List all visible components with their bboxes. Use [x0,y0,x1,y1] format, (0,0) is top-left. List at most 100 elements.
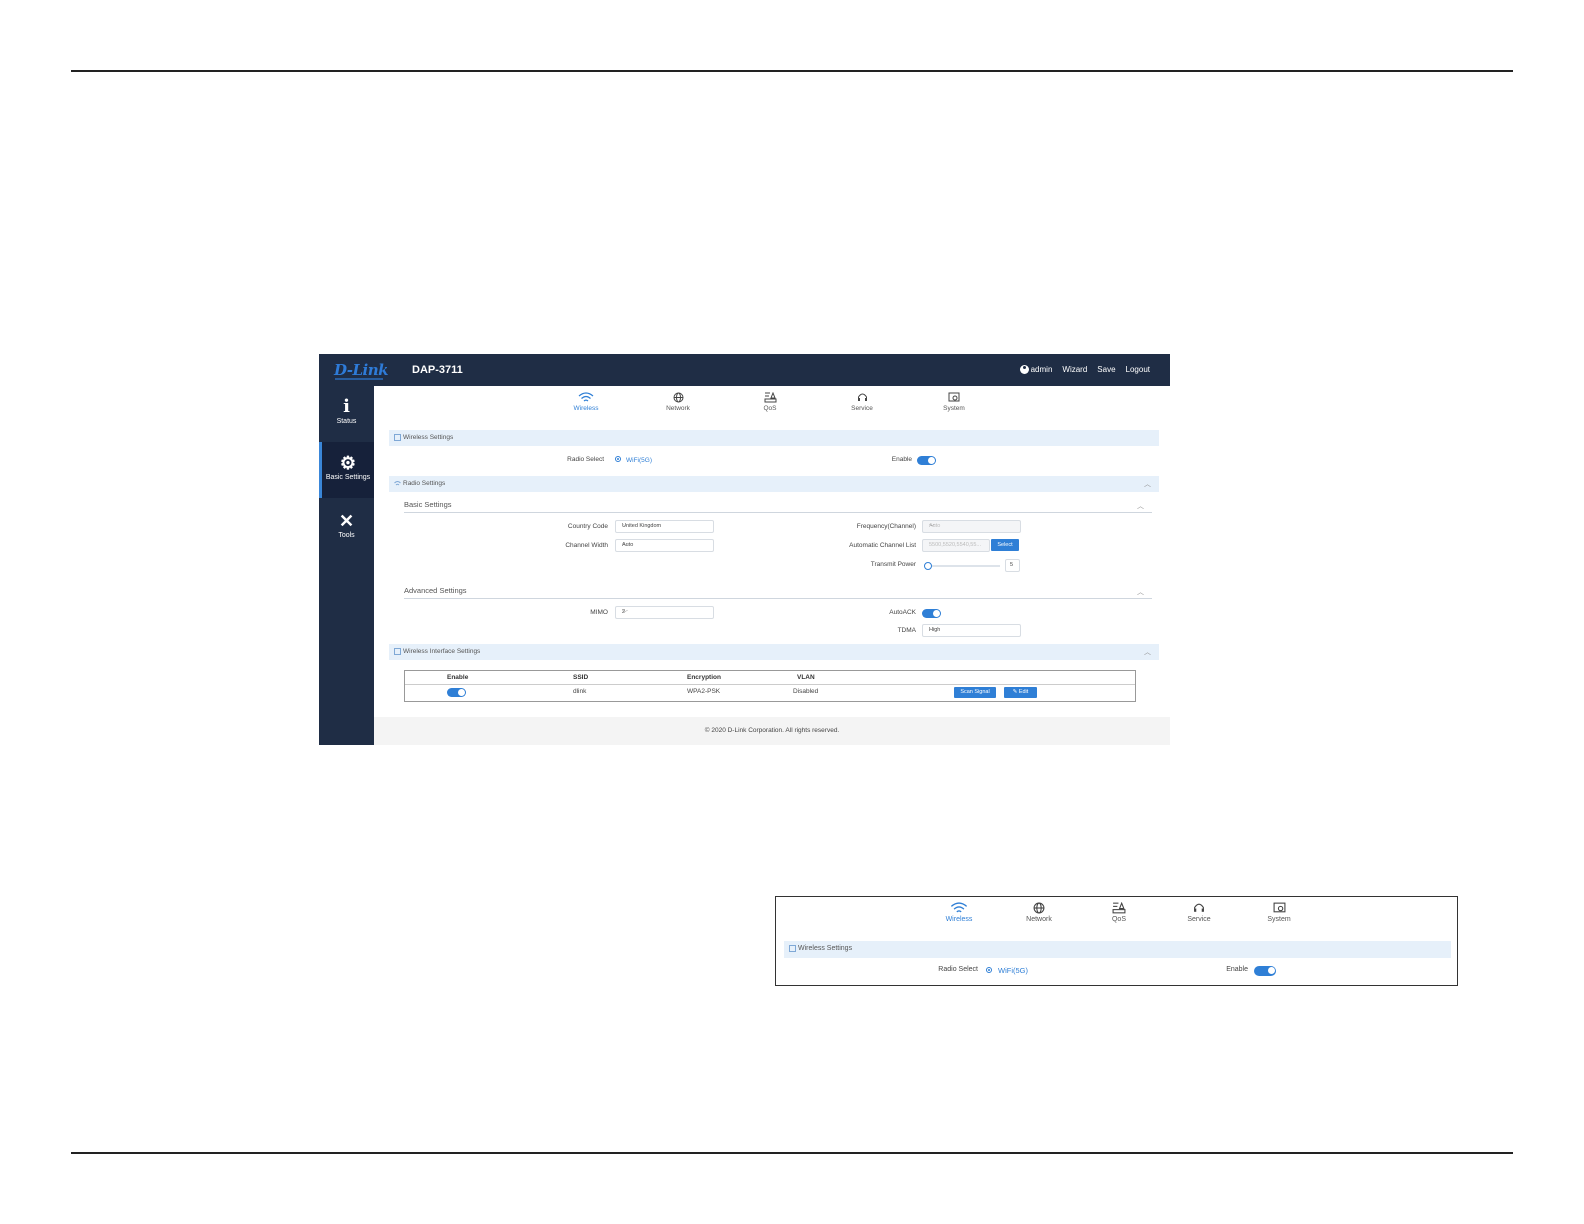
autoack-toggle[interactable] [922,609,941,618]
wifi-icon [950,902,968,913]
interface-icon [394,648,401,655]
tab-wireless[interactable]: Wireless [929,902,989,923]
user-menu[interactable]: admin [1019,365,1052,375]
tab-network[interactable]: Network [653,392,703,412]
country-code-label: Country Code [567,523,608,530]
tab-qos[interactable]: QoS [745,392,795,412]
transmit-power-value[interactable]: 5 [1005,559,1020,572]
sidebar-item-basic-settings[interactable]: ⚙ Basic Settings [319,442,374,498]
column-encryption: Encryption [687,674,721,681]
tab-service[interactable]: Service [1169,902,1229,923]
system-icon [1273,902,1285,913]
channel-width-select[interactable]: Auto ﹀ [615,539,714,552]
save-link[interactable]: Save [1097,365,1115,374]
user-icon [1019,365,1029,375]
column-enable: Enable [447,674,469,681]
channel-width-label: Channel Width [565,542,608,549]
auto-channel-input[interactable]: 5500,5520,5540,55... [922,539,990,552]
edit-button[interactable]: ✎ Edit [1004,687,1037,698]
enable-toggle[interactable] [917,456,936,465]
sidebar-item-status[interactable]: i Status [319,386,374,442]
tab-qos[interactable]: QoS [1089,902,1149,923]
chevron-up-icon[interactable]: ︿ [1137,501,1144,511]
wireless-settings-header: Wireless Settings [389,430,1159,446]
row-encryption: WPA2-PSK [687,688,721,695]
globe-icon [1033,902,1045,914]
tab-service[interactable]: Service [837,392,887,412]
enable-toggle[interactable] [1254,966,1276,976]
info-icon: i [343,396,350,417]
tab-bar: Wireless Network QoS Service System [374,386,1170,426]
transmit-power-slider[interactable] [924,562,932,570]
tools-icon: ✕ [338,511,355,531]
chevron-up-icon[interactable]: ︿ [1144,647,1151,657]
radio-select-value: WiFi(5G) [998,966,1028,975]
enable-label: Enable [891,456,912,463]
wireless-detail-screenshot: Wireless Network QoS Service System Wire… [775,896,1458,986]
frequency-label: Frequency(Channel) [856,523,916,530]
table-header: Enable SSID Encryption VLAN [405,671,1135,685]
mimo-label: MIMO [590,609,608,616]
sidebar: i Status ⚙ Basic Settings ✕ Tools [319,386,374,745]
wireless-settings-header: Wireless Settings [784,941,1451,958]
interface-table: Enable SSID Encryption VLAN dlink WPA2-P… [404,670,1136,702]
mimo-select[interactable]: 2 ﹀ [615,606,714,619]
radio-select-radio[interactable] [615,456,621,462]
tab-system[interactable]: System [929,392,979,412]
radio-select-value: WiFi(5G) [626,457,652,464]
radio-settings-header: Radio Settings ︿ [389,476,1159,492]
qos-icon [764,392,776,403]
advanced-settings-subheader: Advanced Settings ︿ [404,586,1152,599]
web-ui-screenshot: D-Link DAP-3711 admin Wizard Save Logout… [319,354,1170,745]
transmit-power-track [924,565,1000,567]
top-rule [71,70,1513,72]
logo-underline [335,378,383,380]
auto-channel-label: Automatic Channel List [849,542,916,549]
logout-link[interactable]: Logout [1126,365,1150,374]
sidebar-item-tools[interactable]: ✕ Tools [319,500,374,556]
scan-signal-button[interactable]: Scan Signal [954,687,996,698]
wifi-small-icon [394,481,401,486]
autoack-label: AutoACK [889,609,916,616]
radio-select-label: Radio Select [938,966,978,973]
device-model: DAP-3711 [412,364,463,376]
settings-icon [789,945,796,952]
wifi-icon [578,392,594,402]
interface-settings-header: Wireless Interface Settings ︿ [389,644,1159,660]
basic-settings-subheader: Basic Settings ︿ [404,500,1152,513]
wizard-link[interactable]: Wizard [1062,365,1087,374]
globe-icon [673,392,683,403]
tdma-select[interactable]: High ﹀ [922,624,1021,637]
country-code-select[interactable]: United Kingdom ﹀ [615,520,714,533]
select-channel-button[interactable]: Select [991,539,1019,551]
radio-select-radio[interactable] [986,967,992,973]
tab-wireless[interactable]: Wireless [561,392,611,412]
headset-icon [1194,903,1204,912]
headset-icon [857,393,867,401]
qos-icon [1112,902,1126,914]
row-enable-toggle[interactable] [447,688,466,697]
top-nav: admin Wizard Save Logout [1019,365,1150,375]
settings-icon [394,434,401,441]
chevron-down-icon: ﹀ [929,629,936,635]
frequency-select[interactable]: Auto ﹀ [922,520,1021,533]
tab-system[interactable]: System [1249,902,1309,923]
bottom-rule [71,1152,1513,1154]
tab-network[interactable]: Network [1009,902,1069,923]
row-ssid: dlink [573,688,587,695]
chevron-down-icon: ﹀ [622,611,629,617]
main-content: Wireless Network QoS Service System Wire [374,386,1170,745]
dlink-logo: D-Link [334,361,389,379]
table-row: dlink WPA2-PSK Disabled Scan Signal ✎ Ed… [405,685,1135,700]
gear-icon: ⚙ [339,453,357,473]
column-ssid: SSID [573,674,589,681]
chevron-down-icon: ﹀ [622,544,629,550]
row-vlan: Disabled [793,688,819,695]
chevron-up-icon[interactable]: ︿ [1137,587,1144,597]
column-vlan: VLAN [797,674,815,681]
radio-select-label: Radio Select [567,456,604,463]
chevron-down-icon: ﹀ [929,525,936,531]
transmit-power-label: Transmit Power [870,561,916,568]
tdma-label: TDMA [897,627,916,634]
chevron-up-icon[interactable]: ︿ [1144,479,1151,489]
